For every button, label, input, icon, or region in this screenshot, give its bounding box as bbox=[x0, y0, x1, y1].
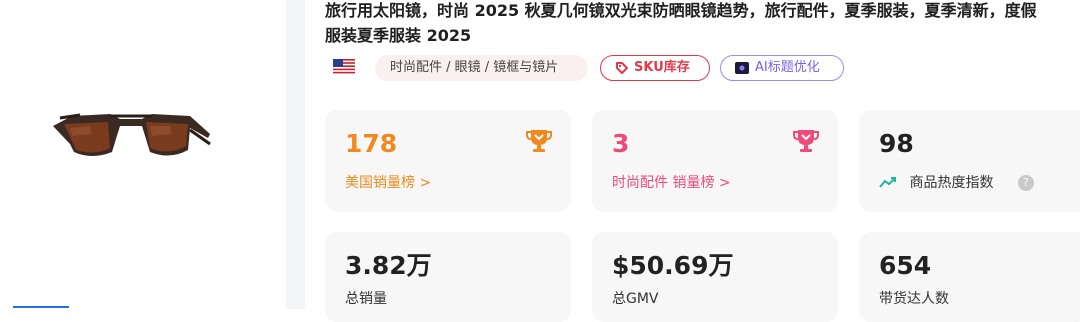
us-sales-rank-card[interactable]: 178 美国销量榜 > bbox=[325, 110, 571, 212]
help-icon[interactable]: ? bbox=[1017, 175, 1034, 191]
us-sales-rank-value: 178 bbox=[345, 129, 398, 158]
category-sales-rank-value: 3 bbox=[612, 129, 630, 158]
category-sales-rank-link[interactable]: 时尚配件 销量榜 > bbox=[612, 173, 731, 193]
heat-index-label-row: 商品热度指数 ? bbox=[879, 173, 1034, 193]
heat-index-label: 商品热度指数 bbox=[909, 175, 994, 191]
ai-chip-icon bbox=[735, 62, 749, 74]
trophy-icon bbox=[526, 130, 552, 152]
ai-title-optimize-label: AI标题优化 bbox=[755, 60, 820, 75]
tag-icon bbox=[616, 62, 628, 74]
product-title: 旅行用太阳镜，时尚 2025 秋夏几何镜双光束防晒眼镜趋势，旅行配件，夏季服装，… bbox=[325, 0, 1080, 48]
sku-stock-button[interactable]: SKU库存 bbox=[600, 55, 710, 81]
heat-index-card: 98 商品热度指数 ? bbox=[859, 110, 1080, 212]
total-gmv-label: 总GMV bbox=[612, 291, 659, 307]
trend-up-icon bbox=[879, 177, 896, 188]
panel-divider bbox=[286, 0, 305, 309]
us-flag-icon bbox=[333, 59, 355, 74]
category-path-tag[interactable]: 时尚配件 / 眼镜 / 镜框与镜片 bbox=[375, 55, 588, 81]
ai-title-optimize-button[interactable]: AI标题优化 bbox=[720, 55, 844, 81]
sku-stock-label: SKU库存 bbox=[634, 60, 690, 75]
influencer-count-label: 带货达人数 bbox=[879, 291, 949, 307]
category-sales-rank-card[interactable]: 3 时尚配件 销量榜 > bbox=[592, 110, 838, 212]
us-sales-rank-link[interactable]: 美国销量榜 > bbox=[345, 173, 431, 193]
product-title-line2: 服装夏季服装 2025 bbox=[325, 26, 472, 45]
product-image-panel bbox=[0, 0, 286, 309]
sunglasses-product-image[interactable] bbox=[50, 104, 212, 164]
thumbnail-selected-indicator bbox=[13, 306, 69, 308]
heat-index-value: 98 bbox=[879, 129, 914, 158]
trophy-icon bbox=[793, 130, 819, 152]
product-title-line1: 旅行用太阳镜，时尚 2025 秋夏几何镜双光束防晒眼镜趋势，旅行配件，夏季服装，… bbox=[325, 1, 1037, 20]
influencer-count-value: 654 bbox=[879, 251, 932, 280]
total-sales-value: 3.82万 bbox=[345, 251, 432, 280]
total-gmv-value: $50.69万 bbox=[612, 251, 734, 280]
total-sales-label: 总销量 bbox=[345, 291, 387, 307]
